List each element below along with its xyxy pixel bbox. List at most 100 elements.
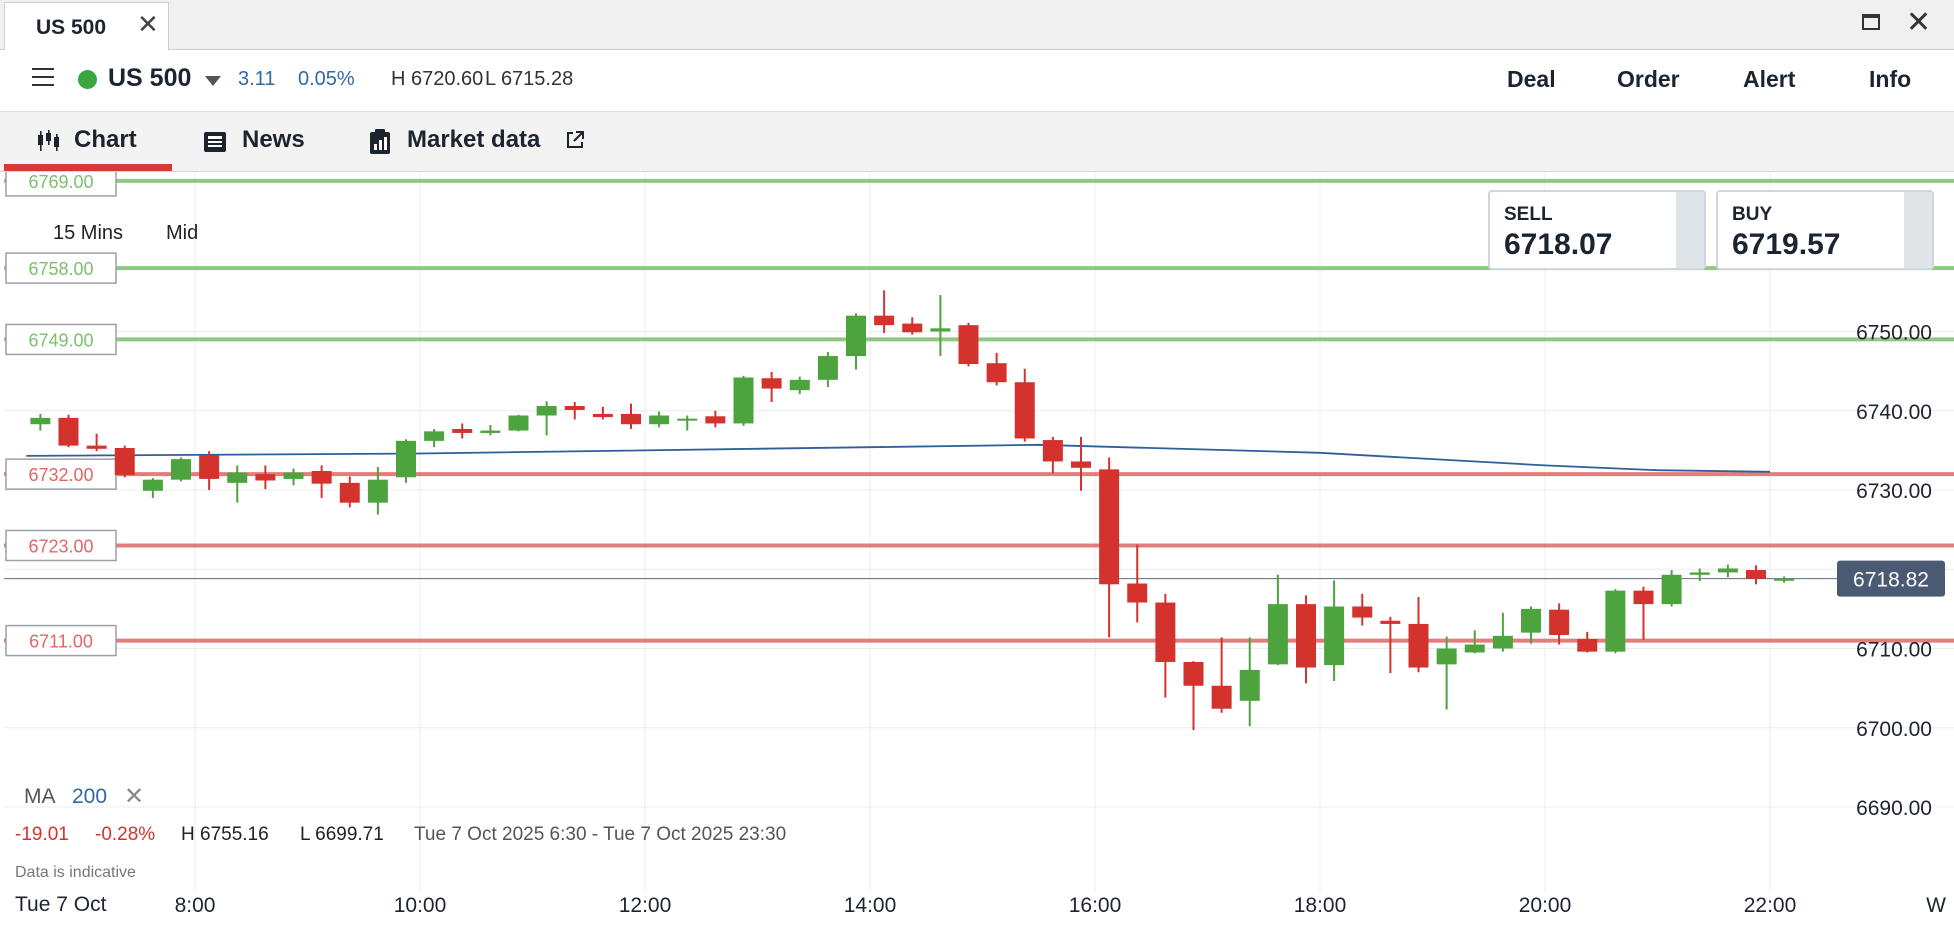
candle[interactable] (171, 459, 191, 480)
candle[interactable] (621, 413, 641, 425)
chevron-down-icon[interactable] (205, 76, 221, 86)
candle[interactable] (958, 325, 979, 364)
candle[interactable] (592, 413, 613, 418)
candle[interactable] (1324, 606, 1345, 666)
candle[interactable] (142, 479, 163, 491)
candle[interactable] (1239, 669, 1260, 701)
candle[interactable] (1014, 382, 1035, 439)
remove-indicator-icon[interactable]: ✕ (124, 782, 144, 811)
price-level-label: 6769.00 (28, 172, 93, 192)
candle[interactable] (30, 417, 51, 425)
candle[interactable] (311, 470, 332, 484)
timeframe-selector[interactable]: 15 Mins (53, 222, 123, 245)
candle[interactable] (114, 447, 135, 475)
instrument-tab[interactable]: US 500 ✕ (4, 2, 169, 50)
x-axis-label: 10:00 (394, 894, 447, 917)
maximize-icon[interactable] (1862, 14, 1880, 30)
candle[interactable] (339, 482, 360, 503)
candle[interactable] (227, 472, 248, 483)
candle[interactable] (733, 377, 754, 424)
tab-market-data[interactable]: Market data (407, 126, 540, 154)
candle[interactable] (1605, 590, 1626, 652)
candle[interactable] (1296, 604, 1316, 668)
indicator-period[interactable]: 200 (72, 785, 107, 809)
candle[interactable] (1492, 635, 1513, 649)
alert-button[interactable]: Alert (1743, 66, 1795, 93)
candle[interactable] (452, 428, 473, 433)
candle[interactable] (1436, 648, 1457, 665)
deal-button[interactable]: Deal (1507, 66, 1556, 93)
candle[interactable] (1071, 461, 1091, 468)
external-link-icon[interactable] (565, 130, 585, 150)
candle[interactable] (986, 363, 1007, 383)
candle[interactable] (1689, 572, 1710, 575)
sell-price: 6718.07 (1504, 228, 1613, 261)
candle[interactable] (396, 440, 416, 478)
y-axis-label: 6700.00 (1856, 718, 1932, 741)
candle[interactable] (1577, 638, 1598, 652)
candle[interactable] (761, 378, 782, 389)
order-button[interactable]: Order (1617, 66, 1680, 93)
candle[interactable] (1408, 623, 1429, 668)
candle[interactable] (1746, 570, 1766, 579)
candle[interactable] (424, 431, 445, 441)
info-button[interactable]: Info (1869, 66, 1911, 93)
buy-button-strip (1904, 192, 1932, 268)
candle[interactable] (677, 418, 698, 421)
candle[interactable] (58, 417, 79, 446)
close-icon[interactable]: ✕ (137, 11, 159, 37)
tab-news[interactable]: News (242, 126, 305, 154)
candle[interactable] (1155, 602, 1176, 662)
candle[interactable] (1127, 583, 1148, 603)
period-high: H 6755.16 (181, 824, 269, 845)
candle[interactable] (1661, 574, 1682, 605)
candle[interactable] (1352, 606, 1373, 618)
candle[interactable] (1267, 604, 1288, 665)
candle[interactable] (1042, 440, 1063, 462)
price-chart[interactable]: 6769.00 6758.00 6749.00 6732.00 6723.00 6711.… (4, 165, 1954, 922)
candle[interactable] (1633, 590, 1654, 605)
candle[interactable] (874, 315, 895, 326)
candle[interactable] (930, 328, 951, 332)
candle[interactable] (817, 356, 838, 380)
price-change: 3.11 (238, 68, 276, 90)
candle[interactable] (480, 430, 501, 433)
sell-button[interactable]: SELL 6718.07 (1488, 190, 1706, 270)
candle[interactable] (255, 474, 276, 481)
x-axis-label: 20:00 (1519, 894, 1572, 917)
candle[interactable] (86, 445, 107, 449)
candle[interactable] (1211, 685, 1232, 709)
candle[interactable] (1099, 469, 1120, 585)
candle[interactable] (536, 405, 557, 416)
tab-chart[interactable]: Chart (74, 126, 137, 154)
candle[interactable] (283, 472, 304, 479)
close-icon[interactable]: ✕ (1906, 8, 1931, 38)
candle[interactable] (846, 315, 866, 357)
period-range: Tue 7 Oct 2025 6:30 - Tue 7 Oct 2025 23:… (414, 824, 787, 845)
candle[interactable] (649, 415, 670, 425)
instrument-selector[interactable]: US 500 (108, 64, 191, 93)
buy-button[interactable]: BUY 6719.57 (1716, 190, 1934, 270)
price-type-selector[interactable]: Mid (166, 222, 198, 245)
candle[interactable] (705, 416, 726, 424)
candle[interactable] (1521, 608, 1541, 633)
menu-icon[interactable] (32, 68, 54, 88)
candle[interactable] (1380, 620, 1401, 624)
candle[interactable] (789, 379, 810, 391)
candle[interactable] (1549, 609, 1570, 636)
candle[interactable] (564, 405, 585, 410)
candle[interactable] (367, 479, 388, 503)
price-level-label: 6732.00 (28, 465, 93, 485)
y-axis-label: 6740.00 (1856, 401, 1932, 424)
candle[interactable] (902, 323, 923, 333)
price-change-pct: 0.05% (298, 68, 355, 90)
candle[interactable] (1717, 568, 1738, 573)
candle[interactable] (1464, 644, 1485, 653)
session-high: H 6720.60 (391, 68, 484, 90)
candle[interactable] (1183, 661, 1204, 686)
candle[interactable] (508, 415, 529, 431)
x-axis-label: 16:00 (1069, 894, 1122, 917)
chart-canvas[interactable]: 6769.00 6758.00 6749.00 6732.00 6723.00 6711.… (4, 165, 1954, 922)
candle[interactable] (199, 455, 220, 479)
candle[interactable] (1774, 578, 1795, 581)
